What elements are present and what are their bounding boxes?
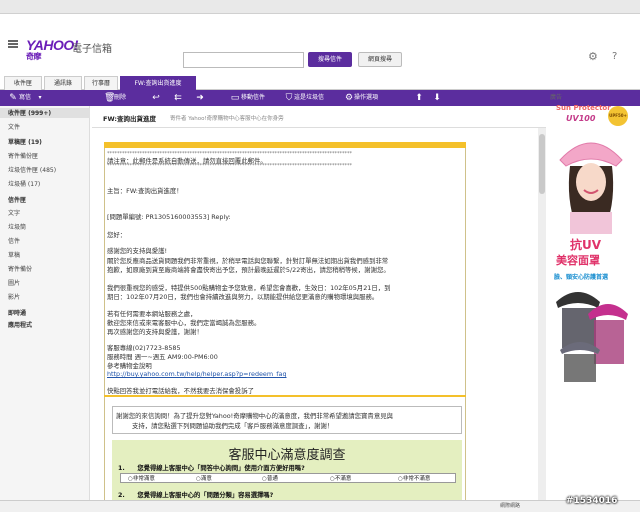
body-paragraph: 我們很重視您的感受，特提供500點購物金予您致意，希望您會喜歡，生效日：102年… <box>107 284 391 292</box>
sidebar-item-folder[interactable]: 草稿 <box>8 250 20 259</box>
sidebar-item-spam[interactable]: 垃圾信件匣 (485) <box>8 165 56 174</box>
search-input[interactable] <box>183 52 304 68</box>
sidebar-item-drafts[interactable]: 草稿匣 (19) <box>8 137 42 146</box>
sidebar-apps-header[interactable]: 應用程式 <box>8 320 32 329</box>
trash-icon: 🗑 <box>104 93 116 103</box>
search-web-button[interactable]: 網頁搜尋 <box>358 52 402 67</box>
ad-label: 廣告 <box>550 94 563 101</box>
help-icon[interactable]: ? <box>612 51 624 63</box>
sidebar-folders-header[interactable]: 信件匣 <box>8 195 26 204</box>
sidebar-item-folder[interactable]: 圖片 <box>8 278 20 287</box>
sidebar-item-trash[interactable]: 垃圾桶 (17) <box>8 179 40 188</box>
contact-phone: 客服專線(02)7723-8585 <box>107 344 181 352</box>
forward-icon[interactable]: ➜ <box>194 90 206 106</box>
radio-option[interactable]: ○非常滿意 <box>128 474 155 482</box>
greeting: 您好： <box>107 231 127 239</box>
sidebar-item-folder[interactable]: 文字 <box>8 208 20 217</box>
shield-icon: ⛉ <box>285 93 293 103</box>
reply-all-icon[interactable]: ⇇ <box>172 90 184 106</box>
mail-title: 電子信箱 <box>72 44 112 55</box>
tab-calendar[interactable]: 行事曆 <box>84 76 118 90</box>
ad-tagline: 臉、頸安心防護首選 <box>554 274 609 281</box>
survey-intro: 謝謝您的來信詢問！為了提升您對Yahoo!奇摩購物中心的滿意度，我們非常希望邀請… <box>116 412 393 420</box>
compose-button[interactable]: 寫信 <box>19 90 31 106</box>
radio-option[interactable]: ○滿意 <box>196 474 212 482</box>
survey-question: 2. 您覺得線上客服中心的「問題分類」容易選擇嗎? <box>118 492 274 499</box>
spam-button[interactable]: 這是垃圾信 <box>294 90 324 106</box>
message-sender[interactable]: 寄件者 Yahoo!奇摩購物中心客服中心在你身旁 <box>170 114 284 122</box>
sidebar-item-sent[interactable]: 寄件備份匣 <box>8 151 38 160</box>
body-paragraph: 關於您反應商品送貨問題我們非常重視，於稍早電話與您聯繫，針對訂單無法如期出貨我們… <box>107 257 389 265</box>
ad-headline: 抗UV <box>570 238 602 252</box>
tab-contacts[interactable]: 通訊錄 <box>44 76 82 90</box>
menu-icon[interactable] <box>8 40 18 48</box>
tab-message[interactable]: FW:查詢出貨進度 <box>120 76 196 90</box>
ticket-number: [問題單編號: PR1305160003553] Reply: <box>107 213 231 221</box>
search-mail-button[interactable]: 搜尋信件 <box>308 52 352 67</box>
radio-option[interactable]: ○不滿意 <box>330 474 351 482</box>
sidebar-item-folder[interactable]: 信件 <box>8 236 20 245</box>
yahoo-logo[interactable]: YAHOO! 奇摩 <box>26 37 78 62</box>
survey-question: 1. 您覺得線上客服中心「問答中心詢問」使用介面方便好用嗎? <box>118 465 305 472</box>
arrow-up-icon[interactable]: ⬆ <box>414 90 424 106</box>
body-paragraph: 歡迎您來信或來電客服中心，我們定當竭誠為您服務。 <box>107 319 261 327</box>
gear-icon[interactable]: ⚙ <box>588 51 600 63</box>
radio-option[interactable]: ○普通 <box>262 474 278 482</box>
thanks-line: 感謝您的支持與愛護! <box>107 247 168 255</box>
radio-option[interactable]: ○非常不滿意 <box>398 474 430 482</box>
body-paragraph: 期日：102年07月20日，我們也會持續改進與努力，以期能提供給您更滿意的購物環… <box>107 293 379 301</box>
scrollbar[interactable] <box>538 128 546 502</box>
ad-uv-label: UV100 <box>566 114 596 123</box>
browser-top-bar <box>0 0 640 14</box>
customer-reply: 快點回答我並打電話給我，不然我要去消保會投訴了 <box>107 387 254 395</box>
body-paragraph: 再次感謝您的支持與愛護，謝謝！ <box>107 328 203 336</box>
sidebar-messenger-header[interactable]: 即時通 <box>8 308 26 317</box>
body-paragraph: 若有任何需要本網站服務之處， <box>107 310 197 318</box>
actions-button[interactable]: 操作選項 <box>354 90 378 106</box>
reply-icon[interactable]: ↩ <box>150 90 162 106</box>
contact-hours: 服務時間 週一~週五 AM9:00-PM6:00 <box>107 353 218 361</box>
move-button[interactable]: 移動信件 <box>241 90 265 106</box>
delete-button[interactable]: 刪除 <box>114 90 126 106</box>
compose-icon: ✎ <box>9 93 17 103</box>
sidebar-item-folder[interactable]: 寄件備份 <box>8 264 32 273</box>
separator-line: ****************************************… <box>107 163 352 169</box>
sidebar-item-docs[interactable]: 文件 <box>8 122 20 131</box>
tab-inbox[interactable]: 收件匣 <box>4 76 42 90</box>
ad-headline: 美容面罩 <box>556 254 600 267</box>
sidebar-item-folder[interactable]: 影片 <box>8 292 20 301</box>
message-subject: FW:查詢出貨進度 <box>103 115 157 123</box>
ad-model-image <box>559 142 623 234</box>
sidebar-item-inbox[interactable]: 收件匣 (999+) <box>0 108 90 118</box>
divider <box>104 142 466 148</box>
ad-product-image <box>556 292 628 382</box>
message-header <box>92 106 546 128</box>
help-link[interactable]: http://buy.yahoo.com.tw/help/helper.asp?… <box>107 370 287 378</box>
folder-icon: ▭ <box>230 93 240 103</box>
reference-label: 參考購物金說明 <box>107 362 152 370</box>
ad-brand: Sun Protector <box>556 104 611 112</box>
status-bar <box>0 500 640 512</box>
ad-badge: UPF50+ <box>608 106 628 126</box>
divider <box>104 395 466 397</box>
watermark: #1534016 <box>566 496 618 506</box>
topic-line: 主旨：FW:查詢出貨進度！ <box>107 187 183 195</box>
arrow-down-icon[interactable]: ⬇ <box>432 90 442 106</box>
chevron-down-icon: ▾ <box>38 94 42 101</box>
sidebar-item-folder[interactable]: 垃圾筒 <box>8 222 26 231</box>
survey-title: 客服中心滿意度調查 <box>228 448 346 463</box>
survey-intro: 支持，請您點選下列問題協助我們完成「客戶服務滿意度調查」，謝謝！ <box>132 422 334 430</box>
gear-icon: ⚙ <box>344 93 354 103</box>
status-text: 網際網路 <box>500 503 521 509</box>
body-paragraph: 抱歉，如原廠到貨至廠商端將會盡快寄出予您，預計最晚延遲於5/22寄出，請您稍稍等… <box>107 266 390 274</box>
